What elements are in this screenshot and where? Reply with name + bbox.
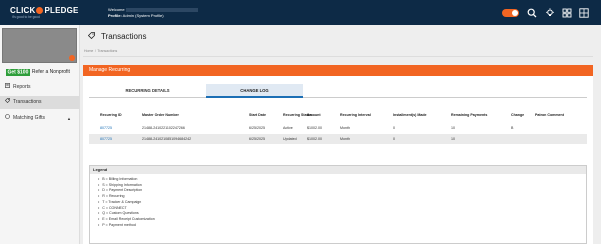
sidebar-item-label: Matching Gifts	[13, 115, 45, 121]
profile-label: Profile:	[108, 13, 122, 18]
sidebar: Get $100 Refer a Nonprofit Reports Transa…	[0, 25, 80, 244]
table-cell: Month	[340, 126, 350, 130]
logo-mark-icon	[36, 7, 44, 14]
sidebar-item-matching-gifts[interactable]: Matching Gifts ▲	[0, 112, 79, 125]
organization-image[interactable]	[2, 28, 77, 63]
breadcrumb-home[interactable]: Home	[84, 49, 93, 53]
tagline: it's good to be good	[12, 15, 40, 19]
table-cell: Active	[283, 126, 293, 130]
top-bar: CLICK PLEDGE it's good to be good Welcome…	[0, 0, 601, 25]
table-row: 807725 21488-2410221102247266 6/25/2025 …	[89, 123, 587, 133]
column-header: Master Order Number	[142, 113, 179, 117]
tab-recurring-details[interactable]: RECURRING DETAILS	[89, 84, 206, 98]
manage-recurring-panel: Manage Recurring RECURRING DETAILS CHANG…	[83, 65, 593, 244]
breadcrumb-separator: /	[94, 49, 96, 53]
column-header: Patron Comment	[535, 113, 564, 117]
recurring-id-link[interactable]: 807725	[100, 137, 112, 141]
lightbulb-icon[interactable]	[545, 8, 555, 18]
table-cell: B	[511, 126, 514, 130]
table-cell: 21488-2410221102247266	[142, 126, 185, 130]
profile-value: Admin (System Profile)	[122, 13, 164, 18]
logo[interactable]: CLICK PLEDGE	[10, 6, 79, 15]
legend-item: P = Payment method	[98, 223, 155, 229]
refer-text: Refer a Nonprofit	[31, 69, 70, 75]
refer-nonprofit-link[interactable]: Get $100 Refer a Nonprofit	[6, 68, 70, 76]
table-cell: 6/25/2025	[249, 126, 265, 130]
breadcrumb-current: Transactions	[97, 49, 118, 53]
divider	[83, 56, 593, 57]
tab-change-log[interactable]: CHANGE LOG	[206, 84, 303, 98]
page-title-text: Transactions	[100, 32, 147, 41]
table-cell: 6/25/2025	[249, 137, 265, 141]
logo-text-left: CLICK	[10, 6, 36, 15]
breadcrumb: Home / Transactions	[84, 49, 117, 53]
apps-icon[interactable]	[579, 8, 589, 18]
legend-list: B = Billing Information S = Shipping Inf…	[98, 177, 155, 229]
tab-bar: RECURRING DETAILS CHANGE LOG	[89, 84, 587, 98]
profile-text: Profile: Admin (System Profile)	[108, 13, 164, 18]
table-cell: 10	[451, 126, 455, 130]
table-cell: 21488-2410210851094684242	[142, 137, 192, 141]
refer-badge: Get $100	[6, 68, 30, 76]
edit-image-icon[interactable]	[69, 55, 75, 61]
table-cell: 10	[451, 137, 455, 141]
sidebar-item-reports[interactable]: Reports	[0, 81, 79, 94]
legend-title: Legend	[90, 166, 586, 174]
column-header: Change	[511, 113, 525, 117]
welcome-label: Welcome	[108, 7, 125, 12]
grid-icon[interactable]	[562, 8, 572, 18]
table-row: 807725 21488-2410210851094684242 6/25/20…	[89, 134, 587, 144]
column-header: Remaining Payments	[451, 113, 488, 117]
column-header: Start Date	[249, 113, 266, 117]
column-header: Recurring Interval	[340, 113, 371, 117]
sidebar-item-label: Reports	[13, 84, 31, 90]
reports-icon	[5, 81, 10, 94]
transactions-icon	[4, 96, 10, 109]
legend-box: Legend B = Billing Information S = Shipp…	[89, 165, 587, 244]
sidebar-item-transactions[interactable]: Transactions	[0, 96, 79, 109]
table-cell: Month	[340, 137, 350, 141]
table-cell: Updated	[283, 137, 297, 141]
caret-up-icon: ▲	[67, 116, 71, 121]
panel-title: Manage Recurring	[83, 65, 593, 76]
search-icon[interactable]	[527, 8, 537, 18]
table-cell: 0	[393, 137, 395, 141]
matching-gifts-icon	[5, 112, 10, 125]
logo-text-right: PLEDGE	[44, 6, 79, 15]
recurring-id-link[interactable]: 807725	[100, 126, 112, 130]
toggle-switch[interactable]	[502, 9, 519, 17]
legend-item: E = Email Receipt Customization	[98, 217, 154, 223]
column-header: Amount	[307, 113, 321, 117]
tag-icon	[87, 32, 97, 41]
sidebar-item-label: Transactions	[13, 99, 42, 105]
table-cell: 0	[393, 126, 395, 130]
table-cell: $1002.00	[307, 137, 322, 141]
table-cell: $1002.00	[307, 126, 322, 130]
page-title: Transactions	[87, 32, 147, 41]
welcome-text: Welcome	[108, 7, 198, 12]
column-header: Recurring ID	[100, 113, 122, 117]
column-header: Installment(s) Made	[393, 113, 427, 117]
redacted-name	[125, 8, 198, 12]
